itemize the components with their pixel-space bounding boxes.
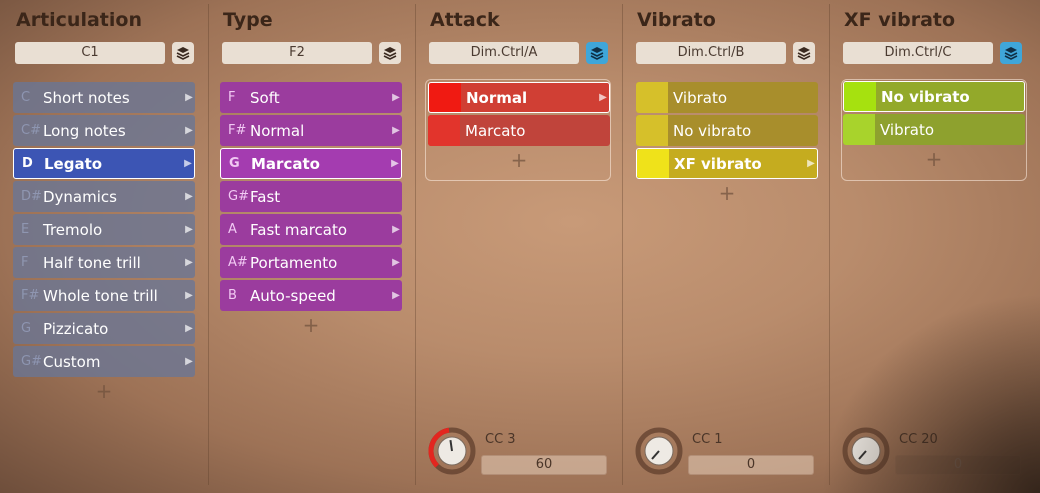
articulation-item[interactable]: D# Dynamics ▶ bbox=[13, 181, 195, 212]
chevron-right-icon: ▶ bbox=[807, 158, 815, 169]
xf-vibrato-item[interactable]: Vibrato bbox=[843, 114, 1025, 145]
chevron-right-icon: ▶ bbox=[185, 323, 193, 334]
chevron-right-icon: ▶ bbox=[185, 224, 193, 235]
chevron-right-icon: ▶ bbox=[185, 257, 193, 268]
chevron-right-icon: ▶ bbox=[392, 125, 400, 136]
vibrato-cc-label: CC 1 bbox=[692, 432, 723, 447]
chevron-right-icon: ▶ bbox=[392, 92, 400, 103]
add-xf-vibrato-button[interactable]: + bbox=[843, 149, 1025, 169]
type-selector[interactable]: F2 bbox=[222, 42, 372, 64]
xf-vibrato-cc-value[interactable]: 0 bbox=[895, 455, 1021, 475]
type-item[interactable]: G# Fast bbox=[220, 181, 402, 212]
attack-cc-label: CC 3 bbox=[485, 432, 516, 447]
articulation-item[interactable]: G Pizzicato ▶ bbox=[13, 313, 195, 344]
chevron-right-icon: ▶ bbox=[185, 290, 193, 301]
xf-vibrato-panel: XF vibrato Dim.Ctrl/C No vibrato Vibrato… bbox=[828, 0, 1035, 493]
layers-icon[interactable] bbox=[793, 42, 815, 64]
attack-title: Attack bbox=[430, 9, 500, 31]
chevron-right-icon: ▶ bbox=[185, 356, 193, 367]
chevron-right-icon: ▶ bbox=[392, 224, 400, 235]
type-item[interactable]: F Soft ▶ bbox=[220, 82, 402, 113]
attack-knob[interactable] bbox=[428, 427, 476, 475]
type-panel: Type F2 F Soft ▶ F# Normal ▶ G Marcato ▶ G# Fas… bbox=[207, 0, 414, 493]
attack-panel: Attack Dim.Ctrl/A Normal ▶ Marcato + CC 3… bbox=[414, 0, 621, 493]
chevron-right-icon: ▶ bbox=[185, 191, 193, 202]
xf-vibrato-cc-label: CC 20 bbox=[899, 432, 938, 447]
layers-icon[interactable] bbox=[172, 42, 194, 64]
chevron-right-icon: ▶ bbox=[391, 158, 399, 169]
vibrato-selector[interactable]: Dim.Ctrl/B bbox=[636, 42, 786, 64]
vibrato-item[interactable]: No vibrato bbox=[636, 115, 818, 146]
chevron-right-icon: ▶ bbox=[184, 158, 192, 169]
chevron-right-icon: ▶ bbox=[392, 257, 400, 268]
articulation-item[interactable]: C Short notes ▶ bbox=[13, 82, 195, 113]
attack-item-selected[interactable]: Normal ▶ bbox=[428, 82, 610, 113]
xf-vibrato-box: No vibrato Vibrato + bbox=[841, 79, 1027, 181]
chevron-right-icon: ▶ bbox=[185, 92, 193, 103]
articulation-panel: Articulation C1 C Short notes ▶ C# Long not… bbox=[0, 0, 207, 493]
articulation-item-selected[interactable]: D Legato ▶ bbox=[13, 148, 195, 179]
add-articulation-button[interactable]: + bbox=[13, 381, 195, 401]
articulation-title: Articulation bbox=[16, 9, 142, 31]
xf-vibrato-item-selected[interactable]: No vibrato bbox=[843, 81, 1025, 112]
attack-item[interactable]: Marcato bbox=[428, 115, 610, 146]
vibrato-knob[interactable] bbox=[635, 427, 683, 475]
chevron-right-icon: ▶ bbox=[599, 92, 607, 103]
articulation-item[interactable]: F Half tone trill ▶ bbox=[13, 247, 195, 278]
xf-vibrato-title: XF vibrato bbox=[844, 9, 956, 31]
attack-cc-value[interactable]: 60 bbox=[481, 455, 607, 475]
vibrato-panel: Vibrato Dim.Ctrl/B Vibrato No vibrato XF… bbox=[621, 0, 828, 493]
add-vibrato-button[interactable]: + bbox=[636, 183, 818, 203]
layers-icon[interactable] bbox=[586, 42, 608, 64]
vibrato-title: Vibrato bbox=[637, 9, 716, 31]
articulation-item[interactable]: F# Whole tone trill ▶ bbox=[13, 280, 195, 311]
layers-icon[interactable] bbox=[1000, 42, 1022, 64]
attack-selector[interactable]: Dim.Ctrl/A bbox=[429, 42, 579, 64]
vibrato-item[interactable]: Vibrato bbox=[636, 82, 818, 113]
attack-box: Normal ▶ Marcato + bbox=[425, 79, 611, 181]
layers-icon[interactable] bbox=[379, 42, 401, 64]
articulation-selector[interactable]: C1 bbox=[15, 42, 165, 64]
type-item[interactable]: A# Portamento ▶ bbox=[220, 247, 402, 278]
type-item[interactable]: B Auto-speed ▶ bbox=[220, 280, 402, 311]
vibrato-cc-value[interactable]: 0 bbox=[688, 455, 814, 475]
xf-vibrato-knob[interactable] bbox=[842, 427, 890, 475]
articulation-item[interactable]: E Tremolo ▶ bbox=[13, 214, 195, 245]
type-item-selected[interactable]: G Marcato ▶ bbox=[220, 148, 402, 179]
add-attack-button[interactable]: + bbox=[428, 150, 610, 170]
add-type-button[interactable]: + bbox=[220, 315, 402, 335]
type-title: Type bbox=[223, 9, 273, 31]
vibrato-item-selected[interactable]: XF vibrato ▶ bbox=[636, 148, 818, 179]
xf-vibrato-selector[interactable]: Dim.Ctrl/C bbox=[843, 42, 993, 64]
articulation-item[interactable]: C# Long notes ▶ bbox=[13, 115, 195, 146]
type-item[interactable]: F# Normal ▶ bbox=[220, 115, 402, 146]
type-item[interactable]: A Fast marcato ▶ bbox=[220, 214, 402, 245]
chevron-right-icon: ▶ bbox=[185, 125, 193, 136]
articulation-item[interactable]: G# Custom ▶ bbox=[13, 346, 195, 377]
chevron-right-icon: ▶ bbox=[392, 290, 400, 301]
